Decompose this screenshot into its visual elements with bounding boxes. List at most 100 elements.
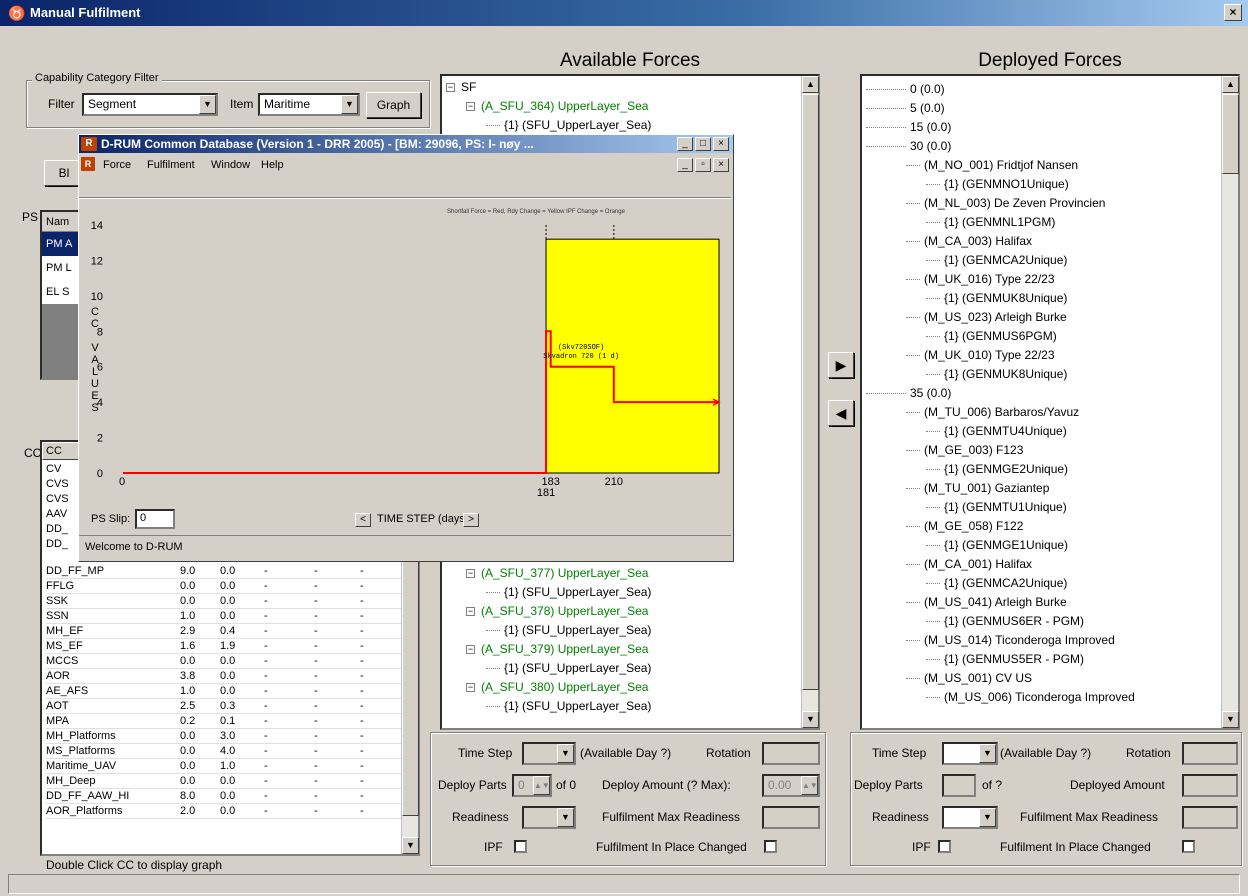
- filter-select[interactable]: Segment ▼: [82, 93, 218, 116]
- tree-node[interactable]: − (A_SFU_380) UpperLayer_Sea: [446, 678, 651, 697]
- table-row[interactable]: SSK 0.0 0.0 - - -: [46, 594, 402, 609]
- stepper-icon[interactable]: ▲▼: [801, 776, 818, 795]
- chevron-down-icon[interactable]: ▼: [979, 808, 996, 827]
- table-row[interactable]: MH_Platforms 0.0 3.0 - - -: [46, 729, 402, 744]
- tree-node[interactable]: (M_TU_006) Barbaros/Yavuz: [866, 403, 1216, 422]
- chevron-down-icon[interactable]: ▼: [557, 744, 574, 763]
- tree-node[interactable]: − (A_SFU_378) UpperLayer_Sea: [446, 602, 651, 621]
- tree-node[interactable]: {1} (GENMUS6ER - PGM): [866, 612, 1216, 631]
- scroll-up-icon[interactable]: ▲: [802, 76, 819, 93]
- collapse-icon[interactable]: −: [466, 645, 475, 655]
- deployed-fulfilment-in-place-changed-checkbox[interactable]: [1182, 840, 1195, 853]
- tree-node[interactable]: {1} (SFU_UpperLayer_Sea): [446, 659, 651, 678]
- drum-graph-window[interactable]: D-RUM Common Database (Version 1 - DRR 2…: [78, 134, 734, 562]
- deployed-rotation-field[interactable]: [1182, 742, 1238, 765]
- tree-node[interactable]: (M_UK_010) Type 22/23: [866, 346, 1216, 365]
- tree-node[interactable]: (M_CA_001) Halifax: [866, 555, 1216, 574]
- available-rotation-field[interactable]: [762, 742, 820, 765]
- deployed-time-step-select[interactable]: ▼: [942, 742, 998, 765]
- chevron-down-icon[interactable]: ▼: [199, 95, 216, 114]
- available-fulfilment-in-place-changed-checkbox[interactable]: [764, 840, 777, 853]
- table-row[interactable]: MCCS 0.0 0.0 - - -: [46, 654, 402, 669]
- close-icon[interactable]: ×: [713, 137, 729, 151]
- available-time-step-select[interactable]: ▼: [522, 742, 576, 765]
- tree-node[interactable]: {1} (GENMTU4Unique): [866, 422, 1216, 441]
- tree-node[interactable]: {1} (SFU_UpperLayer_Sea): [446, 116, 651, 135]
- available-fulfilment-max-readiness-field[interactable]: [762, 806, 820, 829]
- tree-node[interactable]: {1} (SFU_UpperLayer_Sea): [446, 583, 651, 602]
- table-row[interactable]: MS_EF 1.6 1.9 - - -: [46, 639, 402, 654]
- tree-node[interactable]: {1} (GENMUS5ER - PGM): [866, 650, 1216, 669]
- deployed-forces-tree[interactable]: 0 (0.0) 5 (0.0) 15 (0.0) 30 (0.0) (M_NO_001)…: [860, 74, 1240, 730]
- stepper-icon[interactable]: ▲▼: [533, 776, 550, 795]
- graph-button[interactable]: Graph: [366, 92, 421, 118]
- tree-node[interactable]: (M_NO_001) Fridtjof Nansen: [866, 156, 1216, 175]
- menu-help[interactable]: Help: [261, 159, 284, 171]
- table-row[interactable]: SSN 1.0 0.0 - - -: [46, 609, 402, 624]
- tree-node[interactable]: {1} (GENMUK8Unique): [866, 365, 1216, 384]
- table-row[interactable]: AE_AFS 1.0 0.0 - - -: [46, 684, 402, 699]
- tree-node[interactable]: 5 (0.0): [866, 99, 1216, 118]
- deploy-right-button[interactable]: ▶: [828, 352, 854, 378]
- available-readiness-select[interactable]: ▼: [522, 806, 576, 829]
- scroll-down-icon[interactable]: ▼: [1222, 711, 1239, 728]
- ps-slip-input[interactable]: 0: [135, 509, 175, 529]
- chevron-down-icon[interactable]: ▼: [979, 744, 996, 763]
- item-select[interactable]: Maritime ▼: [258, 93, 360, 116]
- tree-node[interactable]: − SF: [446, 78, 651, 97]
- deployed-scroll-thumb[interactable]: [1222, 94, 1239, 174]
- scroll-down-icon[interactable]: ▼: [802, 711, 819, 728]
- tree-node[interactable]: (M_US_041) Arleigh Burke: [866, 593, 1216, 612]
- maximize-icon[interactable]: □: [695, 137, 711, 151]
- menu-fulfilment[interactable]: Fulfilment: [147, 159, 195, 171]
- close-button[interactable]: ×: [1224, 4, 1242, 21]
- table-row[interactable]: FFLG 0.0 0.0 - - -: [46, 579, 402, 594]
- menu-window[interactable]: Window: [211, 159, 250, 171]
- tree-node[interactable]: (M_US_023) Arleigh Burke: [866, 308, 1216, 327]
- chevron-down-icon[interactable]: ▼: [341, 95, 358, 114]
- tree-node[interactable]: {1} (GENMUS6PGM): [866, 327, 1216, 346]
- tree-node[interactable]: 0 (0.0): [866, 80, 1216, 99]
- tree-node[interactable]: 30 (0.0): [866, 137, 1216, 156]
- doc-restore-icon[interactable]: ▫: [695, 158, 711, 172]
- collapse-icon[interactable]: −: [446, 83, 455, 93]
- available-scroll-thumb[interactable]: [802, 94, 819, 690]
- cc-col-header[interactable]: CC: [42, 442, 82, 460]
- menu-force[interactable]: Force: [103, 159, 131, 171]
- tree-node[interactable]: − (A_SFU_377) UpperLayer_Sea: [446, 564, 651, 583]
- tree-node[interactable]: {1} (GENMNO1Unique): [866, 175, 1216, 194]
- table-row[interactable]: MH_EF 2.9 0.4 - - -: [46, 624, 402, 639]
- tree-node[interactable]: (M_GE_058) F122: [866, 517, 1216, 536]
- tree-node[interactable]: − (A_SFU_379) UpperLayer_Sea: [446, 640, 651, 659]
- deployed-readiness-select[interactable]: ▼: [942, 806, 998, 829]
- tree-node[interactable]: {1} (GENMUK8Unique): [866, 289, 1216, 308]
- deployed-ipf-checkbox[interactable]: [938, 840, 951, 853]
- tree-node[interactable]: (M_UK_016) Type 22/23: [866, 270, 1216, 289]
- tree-node[interactable]: {1} (GENMGE2Unique): [866, 460, 1216, 479]
- deploy-amount-stepper[interactable]: 0.00 ▲▼: [762, 774, 820, 797]
- doc-minimize-icon[interactable]: _: [677, 158, 693, 172]
- tree-node[interactable]: (M_CA_003) Halifax: [866, 232, 1216, 251]
- deployed-fulfilment-max-readiness-field[interactable]: [1182, 806, 1238, 829]
- deployed-deploy-parts-field[interactable]: [942, 774, 976, 797]
- tree-node[interactable]: (M_TU_001) Gaziantep: [866, 479, 1216, 498]
- tree-node[interactable]: {1} (GENMGE1Unique): [866, 536, 1216, 555]
- scroll-down-icon[interactable]: ▼: [402, 837, 419, 854]
- table-row[interactable]: MS_Platforms 0.0 4.0 - - -: [46, 744, 402, 759]
- undeploy-left-button[interactable]: ◀: [828, 400, 854, 426]
- table-row[interactable]: AOR_Platforms 2.0 0.0 - - -: [46, 804, 402, 819]
- collapse-icon[interactable]: −: [466, 569, 475, 579]
- collapse-icon[interactable]: −: [466, 607, 475, 617]
- tree-node[interactable]: {1} (SFU_UpperLayer_Sea): [446, 621, 651, 640]
- deploy-parts-stepper[interactable]: 0 ▲▼: [512, 774, 552, 797]
- collapse-icon[interactable]: −: [466, 683, 475, 693]
- table-row[interactable]: AOT 2.5 0.3 - - -: [46, 699, 402, 714]
- tree-node[interactable]: (M_US_006) Ticonderoga Improved: [866, 688, 1216, 707]
- tree-node[interactable]: − (A_SFU_364) UpperLayer_Sea: [446, 97, 651, 116]
- tree-node[interactable]: (M_US_014) Ticonderoga Improved: [866, 631, 1216, 650]
- minimize-icon[interactable]: _: [677, 137, 693, 151]
- time-step-next-icon[interactable]: >: [463, 513, 479, 527]
- table-row[interactable]: Maritime_UAV 0.0 1.0 - - -: [46, 759, 402, 774]
- deployed-scrollbar[interactable]: ▲ ▼: [1221, 76, 1239, 728]
- tree-node[interactable]: 15 (0.0): [866, 118, 1216, 137]
